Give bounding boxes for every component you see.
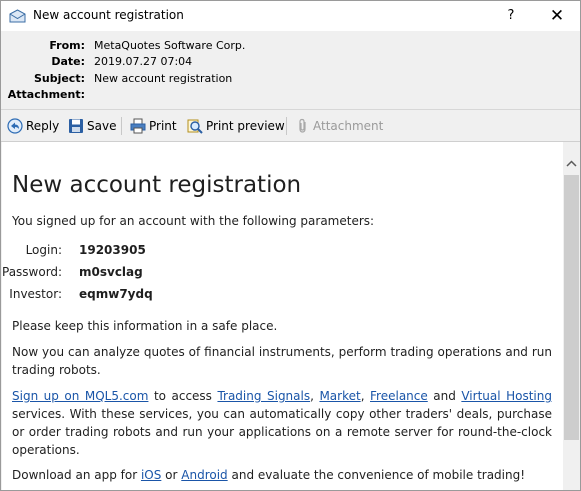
reply-button[interactable]: Reply xyxy=(7,117,60,135)
title-bar: New account registration ? ✕ xyxy=(1,1,580,31)
download-prefix-text: Download an app for xyxy=(12,468,141,482)
download-paragraph: Download an app for iOS or Android and e… xyxy=(12,466,552,484)
floppy-disk-icon xyxy=(69,119,83,133)
print-preview-button[interactable]: Print preview xyxy=(187,117,285,135)
password-label: Password: xyxy=(2,265,63,279)
message-window: New account registration ? ✕ From: MetaQ… xyxy=(0,0,581,491)
attachment-toolbar-label: Attachment xyxy=(313,119,384,133)
login-value: 19203905 xyxy=(79,243,146,257)
print-preview-label: Print preview xyxy=(206,119,285,133)
ios-link[interactable]: iOS xyxy=(141,468,161,482)
login-label: Login: xyxy=(25,243,62,257)
trading-signals-link[interactable]: Trading Signals xyxy=(217,389,310,403)
paperclip-icon xyxy=(299,118,306,133)
signup-link[interactable]: Sign up on MQL5.com xyxy=(12,389,148,403)
message-heading: New account registration xyxy=(12,172,302,198)
printer-icon xyxy=(130,118,146,134)
toolbar-separator xyxy=(286,117,287,135)
envelope-icon xyxy=(9,8,26,23)
password-value: m0svclag xyxy=(79,265,143,279)
save-button[interactable]: Save xyxy=(68,117,117,135)
header-divider xyxy=(1,109,580,110)
investor-label: Investor: xyxy=(9,287,62,301)
investor-value: eqmw7ydq xyxy=(79,287,153,301)
from-label: From: xyxy=(49,39,85,52)
android-link[interactable]: Android xyxy=(181,468,227,482)
services-text: services. With these services, you can a… xyxy=(12,407,552,457)
intro-text: You signed up for an account with the fo… xyxy=(12,214,375,228)
print-preview-icon xyxy=(187,119,203,134)
message-body: New account registration You signed up f… xyxy=(2,142,563,490)
to-access-text: to access xyxy=(148,389,218,403)
download-suffix-text: and evaluate the convenience of mobile t… xyxy=(227,468,526,482)
comma-text: , xyxy=(360,389,371,403)
or-text: or xyxy=(161,468,182,482)
from-value: MetaQuotes Software Corp. xyxy=(94,39,246,52)
scrollbar-thumb[interactable] xyxy=(564,175,579,440)
print-button[interactable]: Print xyxy=(130,117,177,135)
and-text: and xyxy=(427,389,462,403)
message-header: From: MetaQuotes Software Corp. Date: 20… xyxy=(1,31,580,109)
attachment-label: Attachment: xyxy=(7,88,85,101)
subject-value: New account registration xyxy=(94,72,233,85)
market-link[interactable]: Market xyxy=(319,389,360,403)
toolbar: Reply Save Print Print preview Attachmen… xyxy=(1,111,580,141)
date-value: 2019.07.27 07:04 xyxy=(94,55,193,68)
scroll-up-icon[interactable] xyxy=(563,156,580,170)
print-label: Print xyxy=(149,119,177,133)
close-button[interactable]: ✕ xyxy=(535,1,579,31)
window-title: New account registration xyxy=(33,8,184,22)
date-label: Date: xyxy=(51,55,85,68)
attachment-button[interactable]: Attachment xyxy=(295,117,383,135)
help-button[interactable]: ? xyxy=(489,1,533,31)
toolbar-separator xyxy=(121,117,122,135)
reply-icon xyxy=(7,118,23,134)
analyze-text: Now you can analyze quotes of financial … xyxy=(12,345,552,377)
save-label: Save xyxy=(87,119,117,133)
services-paragraph: Sign up on MQL5.com to access Trading Si… xyxy=(12,387,552,459)
reply-label: Reply xyxy=(26,119,60,133)
virtual-hosting-link[interactable]: Virtual Hosting xyxy=(461,389,552,403)
subject-label: Subject: xyxy=(33,72,85,85)
keep-safe-text: Please keep this information in a safe p… xyxy=(12,319,278,333)
freelance-link[interactable]: Freelance xyxy=(370,389,428,403)
vertical-scrollbar[interactable] xyxy=(563,142,580,490)
